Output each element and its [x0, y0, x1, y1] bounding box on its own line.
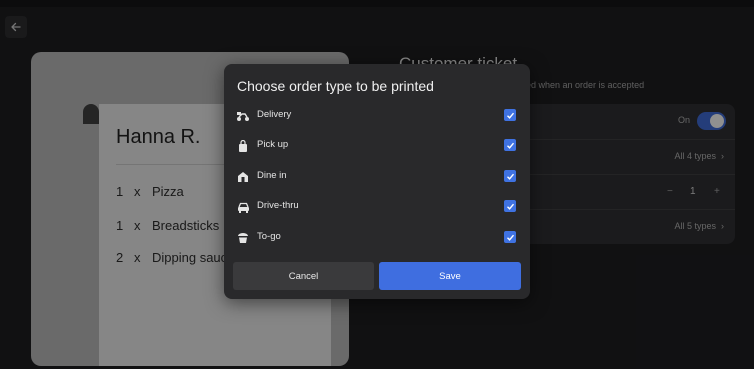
option-label: Pick up [257, 139, 289, 150]
order-type-dialog: Choose order type to be printed Delivery… [224, 64, 530, 299]
option-pick-up[interactable]: Pick up [224, 131, 530, 161]
option-dine-in[interactable]: Dine in [224, 162, 530, 192]
drive-thru-checkbox[interactable] [504, 200, 516, 212]
save-button[interactable]: Save [379, 262, 521, 290]
check-icon [506, 173, 514, 180]
pick-up-checkbox[interactable] [504, 139, 516, 151]
option-label: To-go [257, 231, 281, 242]
option-to-go[interactable]: To-go [224, 223, 530, 253]
check-icon [506, 112, 514, 119]
option-label: Dine in [257, 170, 287, 181]
store-icon [236, 170, 250, 184]
food-container-icon [236, 231, 250, 245]
to-go-checkbox[interactable] [504, 231, 516, 243]
shopping-bag-icon [236, 139, 250, 153]
check-icon [506, 234, 514, 241]
check-icon [506, 142, 514, 149]
option-label: Drive-thru [257, 200, 299, 211]
cancel-button[interactable]: Cancel [233, 262, 374, 290]
delivery-scooter-icon [236, 109, 250, 123]
option-delivery[interactable]: Delivery [224, 101, 530, 131]
delivery-checkbox[interactable] [504, 109, 516, 121]
option-label: Delivery [257, 109, 292, 120]
dine-in-checkbox[interactable] [504, 170, 516, 182]
option-drive-thru[interactable]: Drive-thru [224, 192, 530, 222]
dialog-title: Choose order type to be printed [237, 78, 434, 94]
check-icon [506, 203, 514, 210]
car-icon [236, 200, 250, 214]
